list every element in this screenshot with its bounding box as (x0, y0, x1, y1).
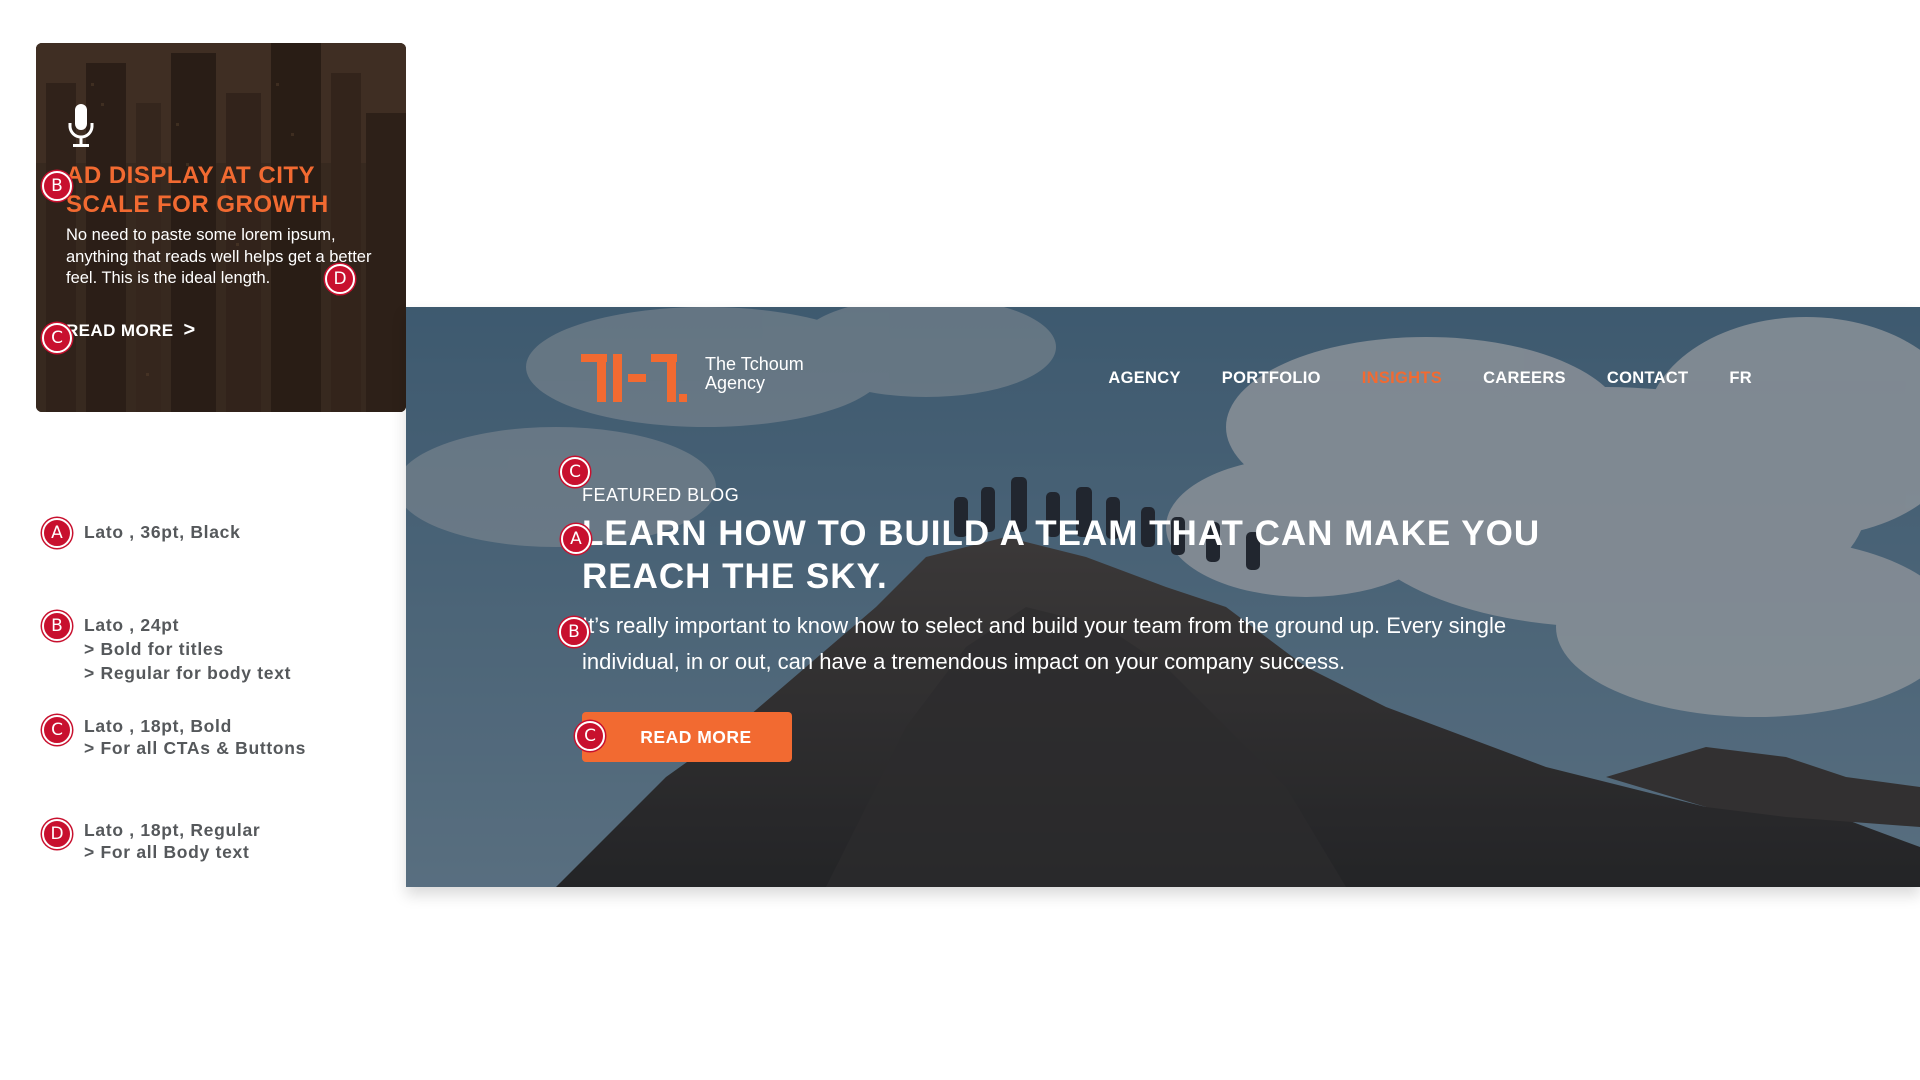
legend-b-line3: > Regular for body text (84, 663, 292, 683)
legend-b-line2: > Bold for titles (84, 639, 224, 659)
legend-c-line2: > For all CTAs & Buttons (84, 738, 307, 758)
microphone-icon (68, 104, 94, 147)
card-read-more-label: READ MORE (66, 320, 174, 340)
hero-body-text: It’s really important to know how to sel… (582, 613, 1507, 674)
annotation-badge-d: D (325, 264, 355, 294)
annotation-badge-b: B (559, 617, 589, 647)
annotation-badge-c: C (560, 457, 590, 487)
featured-blog-label: FEATURED BLOG (582, 485, 740, 505)
hero-title: LEARN HOW TO BUILD A TEAM THAT CAN MAKE … (582, 514, 1541, 596)
nav-item-portfolio[interactable]: PORTFOLIO (1222, 369, 1321, 388)
nav-item-careers[interactable]: CAREERS (1483, 369, 1566, 388)
legend-c-line1: Lato , 18pt, Bold (84, 716, 233, 736)
annotation-badge-c: C (42, 323, 72, 353)
annotation-badge-d: D (42, 819, 72, 849)
annotation-badge-a: A (42, 518, 72, 548)
nav-item-agency[interactable]: AGENCY (1108, 369, 1180, 388)
logo-line1: The Tchoum (705, 354, 804, 374)
legend-item-b: B Lato , 24pt > Bold for titles > Regula… (42, 611, 291, 685)
hero-read-more-button[interactable]: READ MORE (582, 712, 792, 762)
article-card[interactable]: AD DISPLAY AT CITY SCALE FOR GROWTH No n… (36, 43, 406, 412)
nav-item-insights[interactable]: INSIGHTS (1362, 369, 1442, 388)
main-navigation: AGENCY PORTFOLIO INSIGHTS CAREERS CONTAC… (1108, 369, 1752, 388)
legend-d-line1: Lato , 18pt, Regular (84, 820, 261, 840)
nav-item-language-fr[interactable]: FR (1729, 369, 1752, 388)
annotation-badge-b: B (42, 611, 72, 641)
card-title: AD DISPLAY AT CITY SCALE FOR GROWTH (66, 162, 329, 218)
legend-d-line2: > For all Body text (84, 842, 250, 862)
annotation-badge-a: A (561, 524, 591, 554)
logo-mark-icon (581, 354, 687, 402)
legend-item-c: C Lato , 18pt, Bold > For all CTAs & But… (42, 715, 306, 759)
logo-text: The Tchoum Agency (705, 355, 804, 393)
tchoum-agency-logo[interactable]: The Tchoum Agency (581, 352, 804, 404)
chevron-right-icon: > (183, 319, 196, 341)
legend-b-line1: Lato , 24pt (84, 615, 180, 635)
legend-item-a: A Lato , 36pt, Black (42, 518, 241, 548)
card-read-more-link[interactable]: READ MORE > (66, 319, 196, 342)
annotation-badge-c: C (575, 721, 605, 751)
nav-item-contact[interactable]: CONTACT (1607, 369, 1689, 388)
annotation-badge-b: B (42, 171, 72, 201)
legend-item-d: D Lato , 18pt, Regular > For all Body te… (42, 819, 260, 863)
annotation-badge-c: C (42, 715, 72, 745)
legend-a-line1: Lato , 36pt, Black (84, 522, 241, 542)
hero-section: The Tchoum Agency AGENCY PORTFOLIO INSIG… (406, 307, 1920, 887)
logo-line2: Agency (705, 373, 766, 393)
